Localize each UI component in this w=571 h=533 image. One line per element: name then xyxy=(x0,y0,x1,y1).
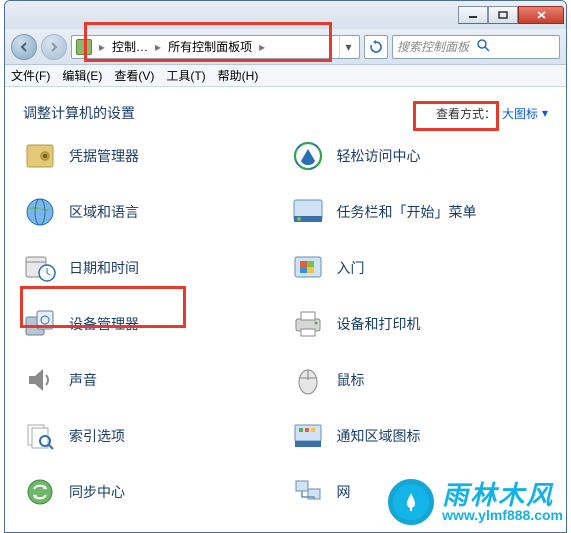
safe-icon xyxy=(23,139,57,173)
printer-icon xyxy=(291,307,325,341)
items-grid: 凭据管理器 轻松访问中心 区域和语言 任务栏和「开始」菜单 日期和时间 入门 xyxy=(23,137,548,532)
arrow-left-icon xyxy=(18,41,30,53)
item-getting-started[interactable]: 入门 xyxy=(291,249,549,287)
item-folder-options[interactable]: 文 xyxy=(291,529,549,532)
breadcrumb[interactable]: ▸ 控制… ▸ 所有控制面板项 ▸ ▾ xyxy=(71,35,360,59)
taskbar-icon xyxy=(291,195,325,229)
search-input[interactable]: 搜索控制面板 xyxy=(392,35,560,59)
item-device-manager[interactable]: 设备管理器 xyxy=(23,305,281,343)
maximize-button[interactable] xyxy=(488,6,518,24)
menu-help[interactable]: 帮助(H) xyxy=(218,67,259,84)
item-label: 索引选项 xyxy=(69,426,125,446)
content-header: 调整计算机的设置 查看方式： 大图标 ▾ xyxy=(23,103,548,123)
speaker-icon xyxy=(23,363,57,397)
item-label: 区域和语言 xyxy=(69,202,139,222)
nav-row: ▸ 控制… ▸ 所有控制面板项 ▸ ▾ 搜索控制面板 xyxy=(5,29,566,65)
item-mouse[interactable]: 鼠标 xyxy=(291,361,549,399)
refresh-button[interactable] xyxy=(364,35,388,59)
location-icon xyxy=(23,531,57,532)
globe-icon xyxy=(23,195,57,229)
mouse-icon xyxy=(291,363,325,397)
view-by-label: 查看方式： xyxy=(436,105,496,122)
item-indexing[interactable]: 索引选项 xyxy=(23,417,281,455)
breadcrumb-dropdown[interactable]: ▾ xyxy=(339,36,357,58)
item-region-language[interactable]: 区域和语言 xyxy=(23,193,281,231)
item-label: 网 xyxy=(337,482,351,502)
device-manager-icon xyxy=(23,307,57,341)
minimize-button[interactable] xyxy=(458,6,488,24)
item-sound[interactable]: 声音 xyxy=(23,361,281,399)
item-label: 设备和打印机 xyxy=(337,314,421,334)
close-button[interactable] xyxy=(518,6,564,24)
item-label: 通知区域图标 xyxy=(337,426,421,446)
item-network-sharing[interactable]: 网 xyxy=(291,473,549,511)
menubar: 文件(F) 编辑(E) 查看(V) 工具(T) 帮助(H) xyxy=(5,65,566,87)
chevron-down-icon: ▾ xyxy=(542,106,548,120)
item-location-sensors[interactable]: 位置和其他传感器 xyxy=(23,529,281,532)
item-label: 日期和时间 xyxy=(69,258,139,278)
clock-icon xyxy=(23,251,57,285)
item-ease-of-access[interactable]: 轻松访问中心 xyxy=(291,137,549,175)
refresh-icon xyxy=(369,40,383,54)
tray-icon xyxy=(291,419,325,453)
titlebar xyxy=(5,1,566,29)
item-devices-printers[interactable]: 设备和打印机 xyxy=(291,305,549,343)
search-docs-icon xyxy=(23,419,57,453)
menu-tools[interactable]: 工具(T) xyxy=(166,67,205,84)
search-placeholder: 搜索控制面板 xyxy=(397,38,476,55)
item-notification-icons[interactable]: 通知区域图标 xyxy=(291,417,549,455)
item-label: 入门 xyxy=(337,258,365,278)
arrow-right-icon xyxy=(48,41,60,53)
item-label: 凭据管理器 xyxy=(69,146,139,166)
network-icon xyxy=(291,475,325,509)
menu-file[interactable]: 文件(F) xyxy=(11,67,50,84)
item-label: 同步中心 xyxy=(69,482,125,502)
chevron-right-icon: ▸ xyxy=(96,40,108,54)
item-taskbar-start[interactable]: 任务栏和「开始」菜单 xyxy=(291,193,549,231)
content-area: 调整计算机的设置 查看方式： 大图标 ▾ 凭据管理器 轻松访问中心 区域和语言 xyxy=(5,87,566,532)
menu-edit[interactable]: 编辑(E) xyxy=(62,67,102,84)
page-title: 调整计算机的设置 xyxy=(23,103,135,123)
item-label: 鼠标 xyxy=(337,370,365,390)
view-by-selector[interactable]: 大图标 ▾ xyxy=(502,105,548,122)
item-date-time[interactable]: 日期和时间 xyxy=(23,249,281,287)
chevron-right-icon: ▸ xyxy=(256,40,268,54)
accessibility-icon xyxy=(291,139,325,173)
item-sync-center[interactable]: 同步中心 xyxy=(23,473,281,511)
flag-icon xyxy=(291,251,325,285)
item-label: 声音 xyxy=(69,370,97,390)
control-panel-window: ▸ 控制… ▸ 所有控制面板项 ▸ ▾ 搜索控制面板 文件(F) 编辑(E) 查… xyxy=(4,0,567,533)
folder-icon xyxy=(291,531,325,532)
view-by-value: 大图标 xyxy=(502,105,538,122)
search-icon xyxy=(476,38,555,55)
item-label: 任务栏和「开始」菜单 xyxy=(337,202,477,222)
forward-button[interactable] xyxy=(41,34,67,60)
breadcrumb-root[interactable]: 控制… xyxy=(110,38,150,55)
back-button[interactable] xyxy=(11,34,37,60)
menu-view[interactable]: 查看(V) xyxy=(114,67,154,84)
breadcrumb-current[interactable]: 所有控制面板项 xyxy=(166,38,254,55)
item-label: 轻松访问中心 xyxy=(337,146,421,166)
chevron-right-icon: ▸ xyxy=(152,40,164,54)
item-label: 设备管理器 xyxy=(69,314,139,334)
sync-icon xyxy=(23,475,57,509)
control-panel-icon xyxy=(76,39,92,55)
view-by: 查看方式： 大图标 ▾ xyxy=(436,105,548,122)
item-credential-manager[interactable]: 凭据管理器 xyxy=(23,137,281,175)
